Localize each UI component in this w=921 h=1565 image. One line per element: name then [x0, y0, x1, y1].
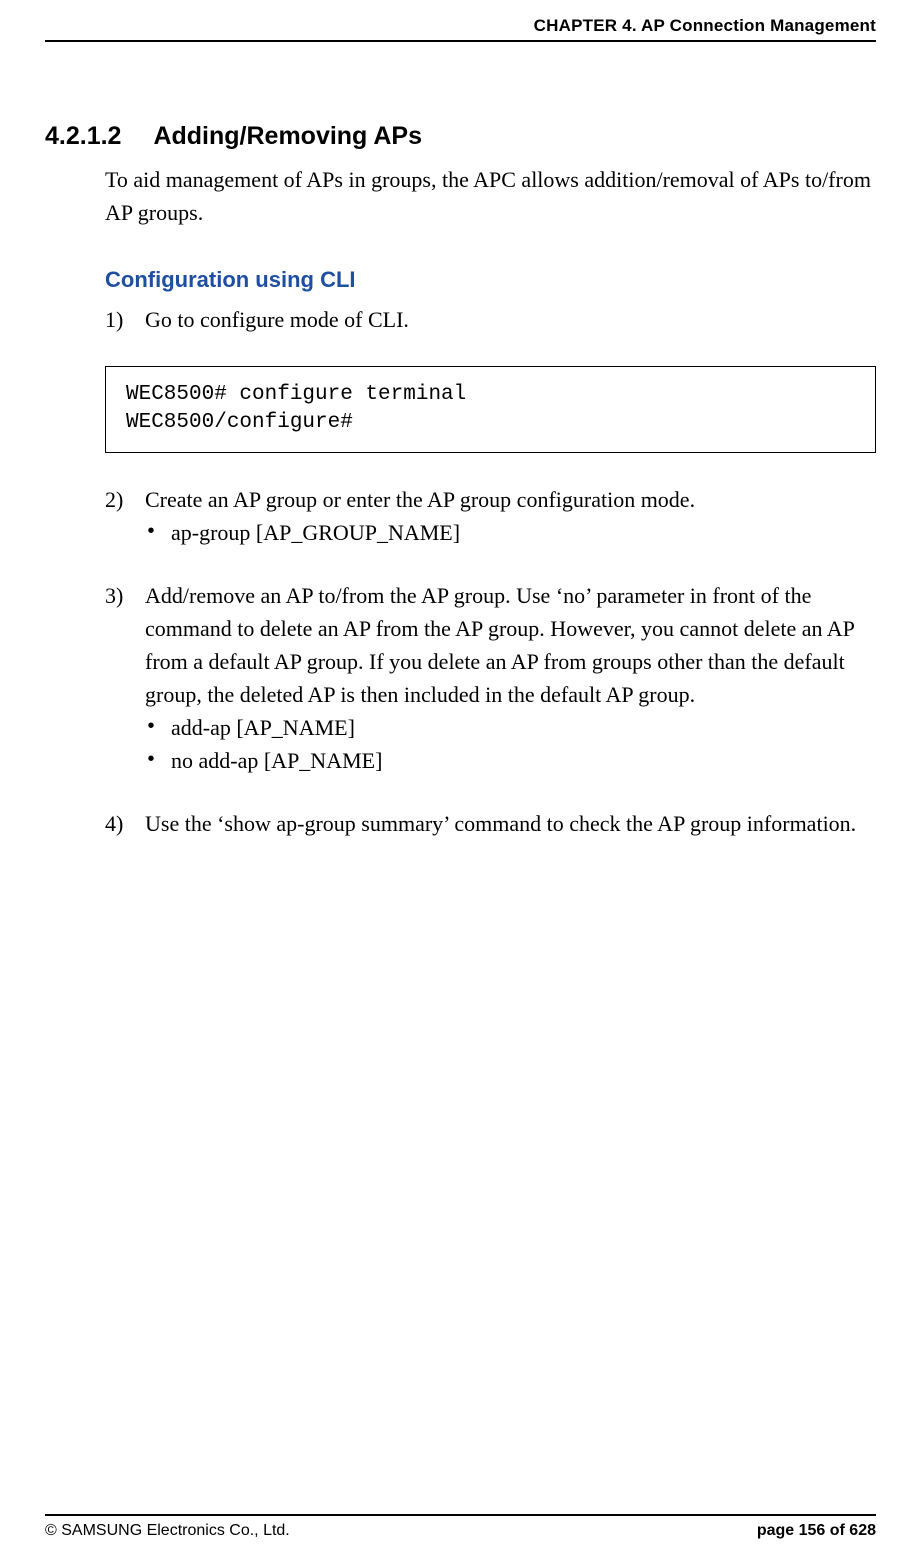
page-content: 4.2.1.2 Adding/Removing APs To aid manage… — [45, 122, 876, 1514]
step-number: 1) — [105, 303, 145, 336]
section-number: 4.2.1.2 — [45, 122, 121, 151]
page-number: page 156 of 628 — [757, 1522, 876, 1540]
bullet-item: • add-ap [AP_NAME] — [145, 711, 876, 744]
step-number: 4) — [105, 807, 145, 840]
chapter-label: CHAPTER 4. AP Connection Management — [534, 16, 876, 35]
section-heading: 4.2.1.2 Adding/Removing APs — [45, 122, 876, 151]
page-header: CHAPTER 4. AP Connection Management — [45, 0, 876, 42]
bullet-item: • ap-group [AP_GROUP_NAME] — [145, 516, 876, 549]
copyright-text: © SAMSUNG Electronics Co., Ltd. — [45, 1522, 290, 1540]
bullet-icon: • — [145, 516, 171, 549]
step-number: 3) — [105, 579, 145, 711]
step-3: 3) Add/remove an AP to/from the AP group… — [105, 579, 876, 777]
step-1: 1) Go to configure mode of CLI. — [105, 303, 876, 336]
step-text: Add/remove an AP to/from the AP group. U… — [145, 579, 876, 711]
step-text: Create an AP group or enter the AP group… — [145, 483, 876, 516]
step-2: 2) Create an AP group or enter the AP gr… — [105, 483, 876, 549]
section-title: Adding/Removing APs — [153, 122, 422, 150]
bullet-text: no add-ap [AP_NAME] — [171, 744, 382, 777]
page-footer: © SAMSUNG Electronics Co., Ltd. page 156… — [45, 1514, 876, 1565]
step-4: 4) Use the ‘show ap-group summary’ comma… — [105, 807, 876, 840]
bullet-icon: • — [145, 744, 171, 777]
bullet-text: add-ap [AP_NAME] — [171, 711, 355, 744]
step-text: Use the ‘show ap-group summary’ command … — [145, 807, 876, 840]
subsection-heading: Configuration using CLI — [105, 267, 876, 293]
step-text: Go to configure mode of CLI. — [145, 303, 876, 336]
step-number: 2) — [105, 483, 145, 516]
bullet-text: ap-group [AP_GROUP_NAME] — [171, 516, 460, 549]
section-intro: To aid management of APs in groups, the … — [105, 163, 876, 229]
bullet-icon: • — [145, 711, 171, 744]
code-block: WEC8500# configure terminal WEC8500/conf… — [105, 366, 876, 453]
bullet-item: • no add-ap [AP_NAME] — [145, 744, 876, 777]
